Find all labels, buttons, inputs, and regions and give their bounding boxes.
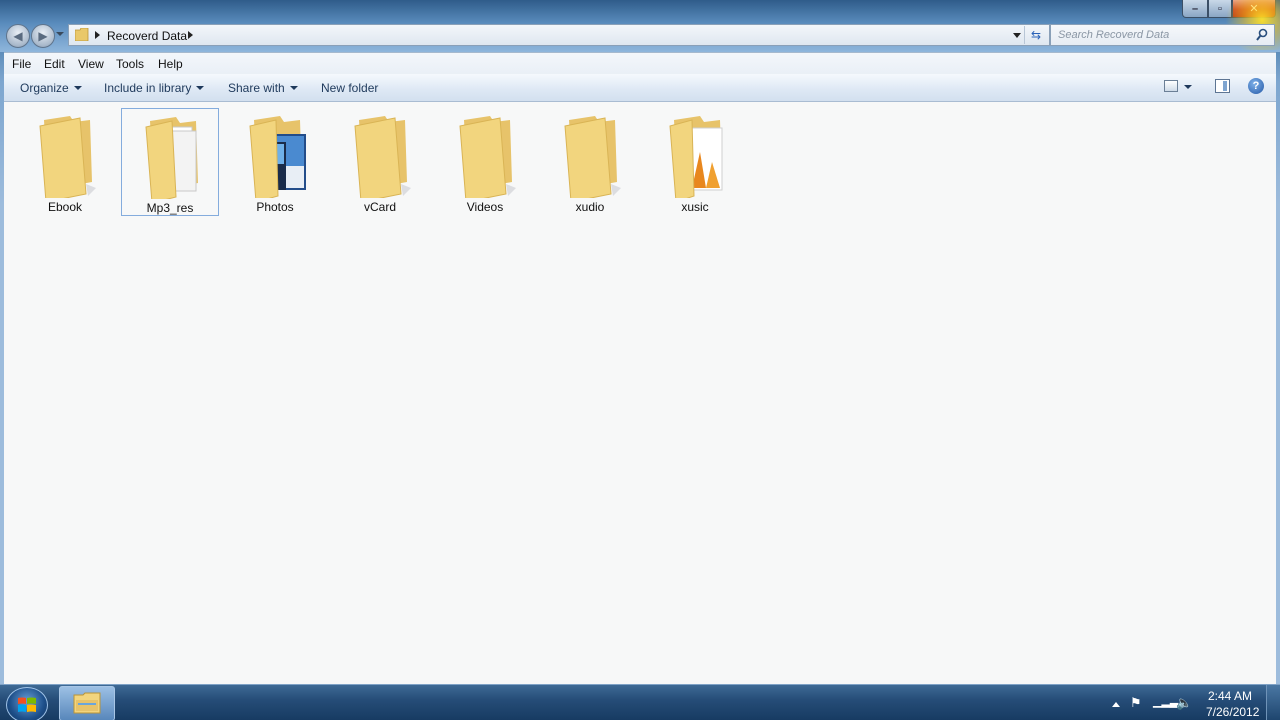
folder-item-photos[interactable]: Photos (226, 108, 324, 216)
volume-icon[interactable]: 🔈 (1176, 695, 1192, 711)
breadcrumb-separator-icon[interactable] (95, 31, 100, 39)
recent-pages-dropdown[interactable] (56, 32, 64, 36)
folder-label: xudio (575, 200, 605, 214)
clock-date[interactable]: 7/26/2012 (1206, 705, 1259, 719)
folder-item-mp3-res[interactable]: Mp3_res (121, 108, 219, 216)
search-box[interactable]: Search Recoverd Data (1050, 24, 1275, 46)
folder-label: Mp3_res (146, 201, 194, 215)
view-options-dropdown[interactable] (1184, 85, 1192, 89)
menu-edit[interactable]: Edit (44, 57, 65, 71)
address-bar[interactable]: Recoverd Data ⇆ (68, 24, 1050, 46)
share-with-button[interactable]: Share with (228, 81, 298, 95)
file-list[interactable]: Ebook Mp3_res Photos vCard Videos xudio … (4, 102, 1276, 684)
folder-item-xudio[interactable]: xudio (541, 108, 639, 216)
network-icon[interactable]: ▁▂▃ (1153, 695, 1178, 708)
folder-icon (75, 28, 89, 41)
menu-help[interactable]: Help (158, 57, 183, 71)
folder-label: vCard (363, 200, 396, 214)
images-folder-icon (669, 116, 723, 198)
clock-time[interactable]: 2:44 AM (1208, 689, 1252, 703)
refresh-icon: ⇆ (1030, 28, 1042, 42)
show-desktop-button[interactable] (1266, 685, 1280, 720)
folder-icon (39, 116, 96, 198)
menu-bar: File Edit View Tools Help (4, 52, 1276, 75)
back-arrow-icon: ◀ (13, 29, 23, 43)
folder-item-vcard[interactable]: vCard (331, 108, 429, 216)
folder-icon (354, 116, 411, 198)
taskbar: ⚑ ▁▂▃ 🔈 2:44 AM 7/26/2012 (0, 684, 1280, 720)
menu-tools[interactable]: Tools (116, 57, 144, 71)
back-button[interactable]: ◀ (6, 24, 30, 48)
folder-icon (564, 116, 621, 198)
taskbar-explorer-button[interactable] (59, 686, 115, 720)
share-with-label: Share with (228, 81, 285, 95)
chevron-down-icon (73, 86, 82, 90)
search-placeholder: Search Recoverd Data (1058, 29, 1170, 41)
preview-pane-icon[interactable] (1215, 79, 1230, 93)
caption-buttons: – ▫ ✕ (1182, 0, 1276, 18)
organize-label: Organize (20, 81, 69, 95)
forward-button[interactable]: ▶ (31, 24, 55, 48)
folder-label: Ebook (47, 200, 83, 214)
show-hidden-icons-button[interactable] (1112, 702, 1120, 707)
minimize-button[interactable]: – (1182, 0, 1208, 18)
help-icon[interactable]: ? (1248, 78, 1264, 94)
maximize-button[interactable]: ▫ (1208, 0, 1232, 18)
change-view-icon[interactable] (1164, 80, 1178, 92)
explorer-window: – ▫ ✕ ◀ ▶ Recoverd Data ⇆ Search Recover… (0, 0, 1280, 684)
include-in-library-button[interactable]: Include in library (104, 81, 205, 95)
refresh-button[interactable]: ⇆ (1024, 26, 1047, 44)
action-center-icon[interactable]: ⚑ (1130, 695, 1142, 711)
folder-item-xusic[interactable]: xusic (646, 108, 744, 216)
start-button[interactable] (6, 687, 48, 720)
forward-arrow-icon: ▶ (38, 29, 48, 43)
chevron-down-icon (289, 86, 298, 90)
folder-item-ebook[interactable]: Ebook (16, 108, 114, 216)
search-icon[interactable] (1256, 28, 1268, 42)
folder-label: xusic (681, 200, 709, 214)
windows-logo-icon (18, 697, 36, 712)
chevron-down-icon (196, 86, 205, 90)
menu-file[interactable]: File (12, 57, 31, 71)
organize-button[interactable]: Organize (20, 81, 82, 95)
breadcrumb-recoverd-data[interactable]: Recoverd Data (107, 29, 187, 43)
explorer-folder-icon (73, 692, 101, 714)
menu-view[interactable]: View (78, 57, 104, 71)
documents-folder-icon (145, 117, 198, 199)
close-button[interactable]: ✕ (1232, 0, 1276, 18)
command-bar: Organize Include in library Share with N… (4, 74, 1276, 102)
folder-label: Photos (256, 200, 294, 214)
folder-label: Videos (466, 200, 504, 214)
address-dropdown-icon[interactable] (1013, 33, 1021, 38)
include-in-library-label: Include in library (104, 81, 192, 95)
new-folder-button[interactable]: New folder (321, 81, 378, 95)
breadcrumb-separator-icon[interactable] (188, 31, 193, 39)
folder-item-videos[interactable]: Videos (436, 108, 534, 216)
photos-folder-icon (249, 116, 306, 198)
folder-icon (459, 116, 516, 198)
